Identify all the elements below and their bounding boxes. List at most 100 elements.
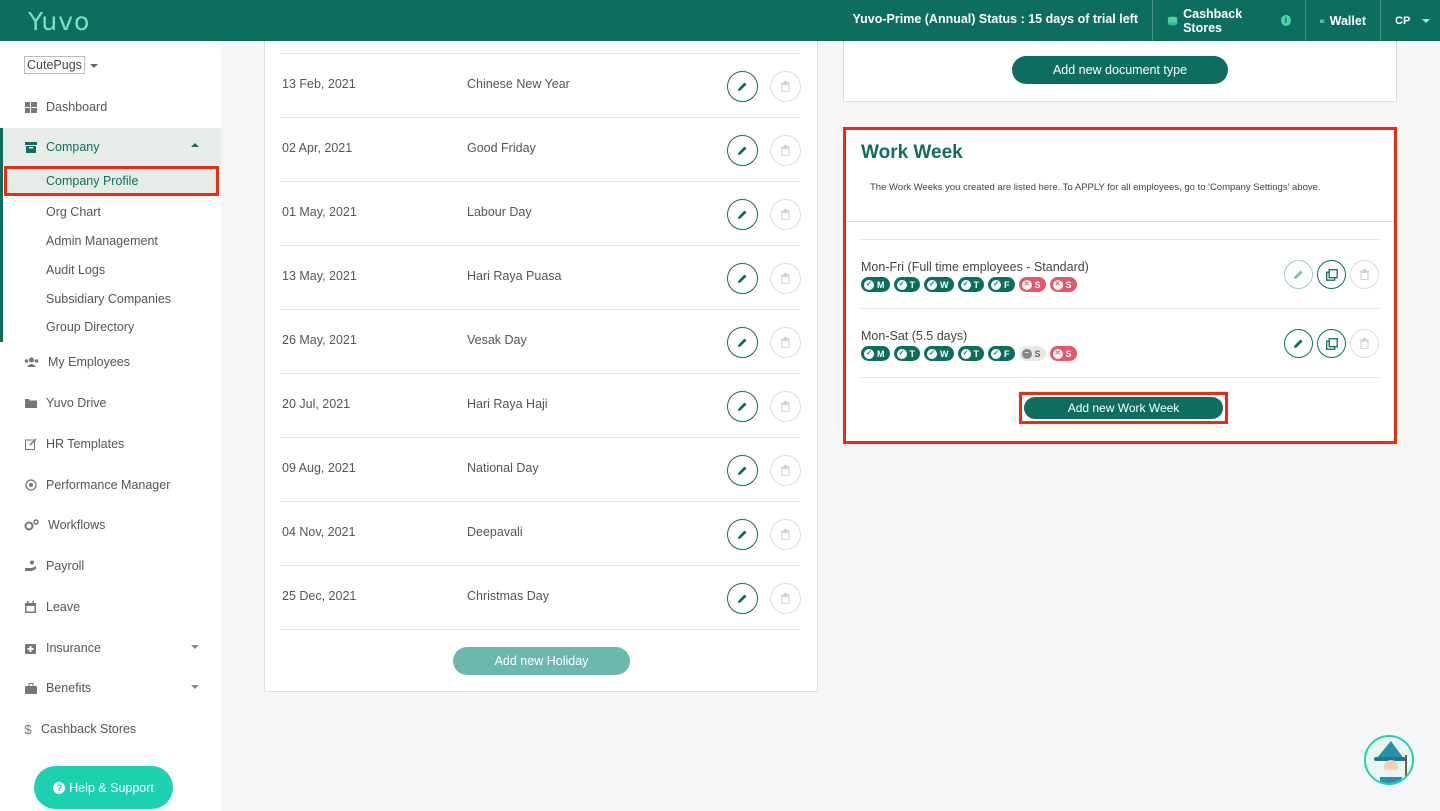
- wallet-label: Wallet: [1329, 13, 1366, 28]
- cashback-stores-link[interactable]: Cashback Stores i: [1152, 0, 1305, 41]
- pencil-icon: [737, 465, 748, 476]
- yuvo-logo[interactable]: Yuvo: [28, 7, 90, 36]
- edit-holiday-button[interactable]: [727, 135, 758, 166]
- company-selector[interactable]: CutePugs: [24, 56, 98, 74]
- table-row: 04 Nov, 2021 Deepavali: [281, 501, 801, 565]
- info-icon[interactable]: i: [1280, 15, 1292, 26]
- holiday-date: 26 May, 2021: [282, 333, 357, 347]
- delete-work-week-button[interactable]: [1350, 260, 1379, 289]
- sidebar-item-payroll[interactable]: Payroll: [0, 553, 221, 579]
- delete-holiday-button[interactable]: [770, 71, 801, 102]
- wallet-link[interactable]: Wallet: [1305, 0, 1380, 41]
- sidebar-item-org-chart[interactable]: Org Chart: [46, 205, 101, 219]
- sidebar-item-benefits[interactable]: Benefits: [0, 675, 221, 701]
- help-support-button[interactable]: ? Help & Support: [34, 766, 173, 809]
- delete-holiday-button[interactable]: [770, 135, 801, 166]
- sidebar-item-cashback-stores[interactable]: $ Cashback Stores: [0, 716, 221, 742]
- trash-icon: [781, 209, 790, 220]
- document-types-panel: Add new document type: [843, 41, 1397, 102]
- edit-holiday-button[interactable]: [727, 199, 758, 230]
- sidebar-item-admin-management[interactable]: Admin Management: [46, 234, 158, 248]
- sidebar-item-workflows[interactable]: Workflows: [0, 512, 221, 538]
- user-menu[interactable]: CP: [1380, 0, 1440, 41]
- edit-work-week-button[interactable]: [1284, 260, 1313, 289]
- sidebar-item-label: HR Templates: [46, 437, 125, 451]
- edit-holiday-button[interactable]: [727, 391, 758, 422]
- pencil-icon: [1293, 338, 1304, 349]
- company-name: CutePugs: [24, 56, 85, 74]
- edit-holiday-button[interactable]: [727, 583, 758, 614]
- sidebar-item-insurance[interactable]: Insurance: [0, 635, 221, 661]
- sidebar-item-my-employees[interactable]: My Employees: [0, 349, 221, 375]
- edit-holiday-button[interactable]: [727, 519, 758, 550]
- sidebar-item-company-profile[interactable]: Company Profile: [4, 166, 219, 196]
- add-holiday-button[interactable]: Add new Holiday: [453, 647, 630, 675]
- edit-holiday-button[interactable]: [727, 327, 758, 358]
- day-badge: ✓ F: [988, 346, 1015, 361]
- user-initials: CP: [1395, 14, 1411, 27]
- divider: [861, 377, 1379, 378]
- check-icon: ✓: [960, 348, 971, 359]
- trial-status-text: Yuvo-Prime (Annual) Status : 15 days of …: [852, 12, 1138, 26]
- sidebar-item-group-directory[interactable]: Group Directory: [46, 320, 134, 334]
- trash-icon: [1360, 338, 1369, 349]
- delete-holiday-button[interactable]: [770, 455, 801, 486]
- copy-work-week-button[interactable]: [1317, 260, 1346, 289]
- delete-holiday-button[interactable]: [770, 199, 801, 230]
- cross-icon: ✕: [1052, 348, 1063, 359]
- day-letter: T: [973, 279, 980, 290]
- sidebar-item-label: Payroll: [46, 559, 85, 573]
- sidebar-item-label: Cashback Stores: [41, 722, 137, 736]
- wallet-icon: [1320, 18, 1325, 23]
- day-badge: ✓ T: [957, 277, 984, 292]
- sidebar-item-hr-templates[interactable]: HR Templates: [0, 431, 221, 457]
- edit-work-week-button[interactable]: [1284, 329, 1313, 358]
- table-divider: [281, 629, 800, 630]
- sidebar-item-subsidiary-companies[interactable]: Subsidiary Companies: [46, 292, 171, 306]
- assistant-avatar[interactable]: [1364, 735, 1414, 785]
- archive-icon: [24, 141, 37, 153]
- edit-holiday-button[interactable]: [727, 455, 758, 486]
- briefcase-icon: [24, 682, 37, 694]
- day-letter: T: [909, 279, 916, 290]
- delete-holiday-button[interactable]: [770, 583, 801, 614]
- trash-icon: [781, 337, 790, 348]
- sidebar-item-label: My Employees: [48, 355, 130, 369]
- copy-work-week-button[interactable]: [1317, 329, 1346, 358]
- day-letter: S: [1065, 279, 1072, 290]
- coins-icon: [1167, 16, 1178, 25]
- delete-holiday-button[interactable]: [770, 327, 801, 358]
- day-letter: M: [877, 348, 885, 359]
- table-row: 25 Dec, 2021 Christmas Day: [281, 565, 801, 629]
- check-icon: ✓: [960, 279, 971, 290]
- sidebar-item-audit-logs[interactable]: Audit Logs: [46, 263, 105, 277]
- holiday-name: Chinese New Year: [467, 77, 570, 91]
- sidebar-item-performance-manager[interactable]: Performance Manager: [0, 472, 221, 498]
- holiday-name: Christmas Day: [467, 589, 549, 603]
- delete-work-week-button[interactable]: [1350, 329, 1379, 358]
- edit-holiday-button[interactable]: [727, 263, 758, 294]
- day-badges: ✓ M ✓ T ✓ W ✓ T ✓ F − S ✕ S: [861, 346, 1077, 361]
- sidebar-item-company[interactable]: Company: [0, 128, 221, 166]
- check-icon: ✓: [896, 348, 907, 359]
- delete-holiday-button[interactable]: [770, 519, 801, 550]
- chevron-down-icon: [191, 685, 199, 689]
- pencil-icon: [1293, 269, 1304, 280]
- sidebar-item-yuvo-drive[interactable]: Yuvo Drive: [0, 390, 221, 416]
- check-icon: ✓: [991, 279, 1001, 290]
- sidebar-item-leave[interactable]: Leave: [0, 594, 221, 620]
- add-document-type-button[interactable]: Add new document type: [1012, 56, 1228, 84]
- trash-icon: [781, 529, 790, 540]
- sidebar-item-dashboard[interactable]: Dashboard: [0, 94, 221, 120]
- hand-coin-icon: [24, 560, 37, 572]
- holiday-name: Hari Raya Puasa: [467, 269, 562, 283]
- day-letter: F: [1004, 348, 1010, 359]
- edit-holiday-button[interactable]: [727, 71, 758, 102]
- delete-holiday-button[interactable]: [770, 391, 801, 422]
- cogs-icon: [24, 519, 39, 531]
- sidebar-item-label: Performance Manager: [46, 478, 171, 492]
- add-work-week-button[interactable]: Add new Work Week: [1024, 397, 1223, 419]
- delete-holiday-button[interactable]: [770, 263, 801, 294]
- sidebar-item-label: Insurance: [46, 641, 101, 655]
- holiday-name: Good Friday: [467, 141, 536, 155]
